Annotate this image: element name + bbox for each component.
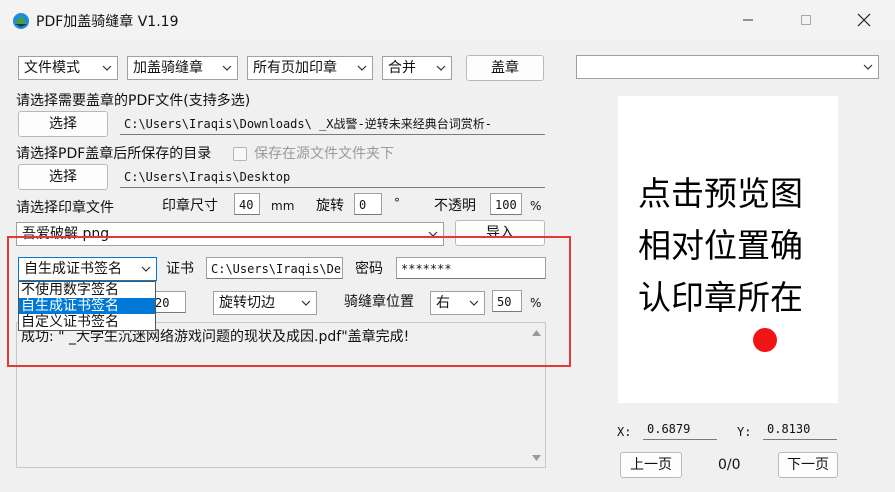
page-counter: 0/0 — [718, 457, 741, 473]
chevron-down-icon — [436, 65, 446, 71]
y-label: Y: — [737, 425, 752, 439]
stamp-size-unit: mm — [271, 199, 295, 213]
mode-select-value: 文件模式 — [24, 60, 80, 76]
stamp-type-value: 加盖骑缝章 — [133, 60, 203, 76]
pdf-select-label: 请选择需要盖章的PDF文件(支持多选) — [16, 93, 251, 109]
preview-page-select[interactable] — [576, 55, 879, 79]
app-logo-icon — [13, 13, 29, 29]
scroll-down-icon[interactable] — [532, 455, 541, 462]
prev-page-button[interactable]: 上一页 — [620, 452, 682, 478]
y-value-field[interactable]: 0.8130 — [763, 418, 837, 440]
x-value-field[interactable]: 0.6879 — [643, 418, 717, 440]
next-page-button[interactable]: 下一页 — [778, 452, 838, 478]
select-pdf-button[interactable]: 选择 — [18, 111, 108, 137]
rotate-input[interactable]: 0 — [354, 193, 382, 215]
close-icon — [857, 13, 871, 27]
output-dir-label: 请选择PDF盖章后所保存的目录 — [16, 146, 212, 162]
page-scope-value: 所有页加印章 — [253, 60, 337, 76]
output-path-field[interactable]: C:\Users\Iraqis\Desktop — [120, 166, 545, 188]
minimize-button[interactable] — [725, 0, 771, 40]
close-button[interactable] — [841, 0, 887, 40]
save-in-source-checkbox[interactable] — [233, 147, 247, 161]
pdf-path-field[interactable]: C:\Users\Iraqis\Downloads\ _X战警-逆转未来经典台词… — [120, 113, 545, 135]
opacity-input[interactable]: 100 — [490, 193, 522, 215]
x-label: X: — [617, 425, 632, 439]
chevron-down-icon — [863, 64, 873, 70]
stamp-size-input[interactable]: 40 — [234, 193, 260, 215]
stamp-button[interactable]: 盖章 — [466, 55, 544, 81]
stamp-type-select[interactable]: 加盖骑缝章 — [127, 56, 238, 80]
page-scope-select[interactable]: 所有页加印章 — [247, 56, 373, 80]
opacity-label: 不透明 — [434, 198, 476, 214]
opacity-unit: % — [530, 199, 542, 213]
stamp-position-marker — [753, 328, 777, 352]
preview-line-1: 点击预览图 — [638, 174, 803, 213]
maximize-button[interactable] — [783, 0, 829, 40]
highlight-box — [7, 236, 571, 367]
chevron-down-icon — [357, 65, 367, 71]
merge-value: 合并 — [388, 60, 416, 76]
stamp-size-label: 印章尺寸 — [162, 198, 218, 214]
stamp-file-label: 请选择印章文件 — [16, 200, 114, 216]
save-in-source-label: 保存在源文件文件夹下 — [254, 146, 394, 162]
chevron-down-icon — [102, 65, 112, 71]
minimize-icon — [743, 19, 753, 21]
mode-select[interactable]: 文件模式 — [18, 56, 118, 80]
merge-select[interactable]: 合并 — [382, 56, 452, 80]
rotate-label: 旋转 — [316, 198, 344, 214]
maximize-icon — [801, 15, 811, 25]
window-title: PDF加盖骑缝章 V1.19 — [36, 14, 179, 30]
preview-line-2: 相对位置确 — [638, 226, 803, 265]
preview-canvas[interactable]: 点击预览图 相对位置确 认印章所在 — [618, 96, 838, 403]
preview-line-3: 认印章所在 — [638, 278, 803, 317]
chevron-down-icon — [222, 65, 232, 71]
select-output-button[interactable]: 选择 — [18, 164, 108, 190]
rotate-unit: ° — [394, 196, 400, 210]
